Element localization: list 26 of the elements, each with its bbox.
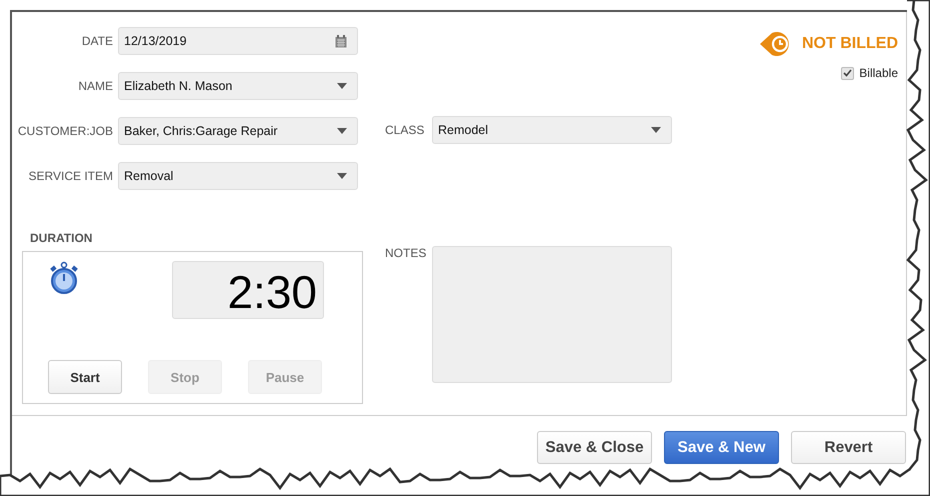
checkbox-label: Billable: [859, 66, 898, 80]
caret-icon: [337, 83, 347, 89]
notes-field[interactable]: [432, 246, 672, 383]
duration-display: 2:30: [172, 261, 324, 319]
action-button[interactable]: Save & Close: [537, 431, 652, 464]
dropdown-field[interactable]: Removal: [118, 162, 358, 190]
field-label: SERVICE ITEM: [28, 169, 114, 183]
stopwatch-icon: [48, 261, 80, 295]
field-label: CUSTOMER:JOB: [16, 124, 114, 138]
date-field[interactable]: 12/13/2019: [118, 27, 358, 55]
dropdown-field[interactable]: Remodel: [432, 116, 672, 144]
field-label: CLASS: [384, 123, 426, 137]
caret-icon: [337, 128, 347, 134]
caret-icon: [651, 127, 661, 133]
section-title: DURATION: [30, 231, 94, 245]
action-button[interactable]: Revert: [791, 431, 906, 464]
field-label: DATE: [80, 34, 114, 48]
action-button[interactable]: Save & New: [664, 431, 779, 464]
billing-status: NOT BILLED: [802, 35, 898, 53]
dropdown-field[interactable]: Baker, Chris:Garage Repair: [118, 117, 358, 145]
timer-button[interactable]: Start: [48, 360, 122, 394]
calendar-icon[interactable]: [335, 34, 347, 48]
field-label: NAME: [77, 79, 114, 93]
caret-icon: [337, 173, 347, 179]
field-label: NOTES: [384, 246, 428, 260]
dropdown-field[interactable]: Elizabeth N. Mason: [118, 72, 358, 100]
